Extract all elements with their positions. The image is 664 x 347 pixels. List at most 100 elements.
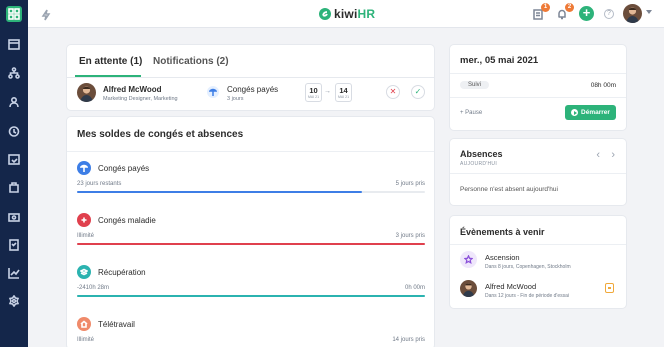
play-icon xyxy=(571,109,579,116)
event-description: Dans 8 jours, Copenhagen, Stockholm xyxy=(485,264,571,270)
beach-icon xyxy=(77,161,91,175)
add-pause-button[interactable]: + Pause xyxy=(460,110,482,116)
top-bar: kiwiHR 1 2 + ? xyxy=(28,0,664,28)
absences-subtitle: AUJOURD'HUI xyxy=(460,161,498,167)
beach-icon xyxy=(207,86,219,98)
divider xyxy=(450,173,626,174)
start-button[interactable]: Démarrer xyxy=(565,105,616,120)
org-chart-icon[interactable] xyxy=(6,65,22,81)
notifications-button[interactable]: 2 xyxy=(555,3,574,21)
divider xyxy=(450,244,626,245)
approve-button[interactable]: ✓ xyxy=(411,85,425,99)
requester-name[interactable]: Alfred McWood xyxy=(103,85,162,94)
reject-button[interactable]: ✕ xyxy=(386,85,400,99)
divider xyxy=(67,151,434,152)
balances-title: Mes soldes de congés et absences xyxy=(77,129,244,140)
events-title: Évènements à venir xyxy=(460,227,545,237)
tracked-hours: 08h 00m xyxy=(590,82,616,89)
requester-role: Marketing Designer, Marketing xyxy=(103,96,178,102)
absences-title: Absences xyxy=(460,149,503,159)
event-description: Dans 12 jours - Fin de période d'essai xyxy=(485,293,570,299)
balance-progress-fill xyxy=(77,295,425,297)
pending-requests-card: En attente (1) Notifications (2) Alfred … xyxy=(67,45,434,110)
reports-icon[interactable] xyxy=(6,265,22,281)
current-date: mer., 05 mai 2021 xyxy=(460,55,539,66)
sidebar xyxy=(0,0,28,347)
balance-item-paid-leave[interactable]: Congés payés 23 jours restants 5 jours p… xyxy=(67,153,434,205)
stack-icon xyxy=(77,265,91,279)
home-icon xyxy=(77,317,91,331)
balance-name: Congés maladie xyxy=(98,216,156,225)
tab-pending[interactable]: En attente (1) xyxy=(79,56,142,67)
balance-progress-fill xyxy=(77,191,363,193)
request-type: Congés payés xyxy=(227,85,279,94)
approvals-badge: 1 xyxy=(541,3,550,12)
onboarding-icon[interactable] xyxy=(6,180,22,196)
upcoming-events-card: Évènements à venir Ascension Dans 8 jour… xyxy=(450,216,626,308)
absences-card: Absences AUJOURD'HUI ‹ › Personne n'est … xyxy=(450,139,626,205)
approvals-button[interactable]: 1 xyxy=(531,3,550,21)
documents-icon[interactable] xyxy=(6,237,22,253)
chevron-right-icon[interactable]: › xyxy=(611,149,615,161)
settings-icon[interactable] xyxy=(6,293,22,309)
divider xyxy=(450,97,626,98)
balance-item-remote-work[interactable]: Télétravail Illimité 14 jours pris xyxy=(67,309,434,347)
balances-card: Mes soldes de congés et absences Congés … xyxy=(67,117,434,347)
logo-text: kiwiHR xyxy=(334,7,376,21)
dashboard-icon[interactable] xyxy=(6,6,22,22)
calendar-icon[interactable] xyxy=(6,36,22,52)
balance-remaining: -2410h 28m xyxy=(77,285,110,291)
event-name: Alfred McWood xyxy=(485,282,537,291)
balance-remaining: Illimité xyxy=(77,233,95,239)
end-month: MAI 21 xyxy=(337,95,350,99)
balance-name: Congés payés xyxy=(98,164,150,173)
start-date: 10 MAI 21 xyxy=(305,83,322,102)
tab-bar: En attente (1) Notifications (2) xyxy=(67,45,434,78)
time-icon[interactable] xyxy=(6,123,22,139)
balance-remaining: Illimité xyxy=(77,337,95,343)
time-tracking-card: mer., 05 mai 2021 Suivi 08h 00m + Pause … xyxy=(450,45,626,130)
expenses-icon[interactable] xyxy=(6,209,22,225)
balance-taken: 5 jours pris xyxy=(395,181,425,187)
probation-icon xyxy=(605,283,614,293)
balance-item-recovery[interactable]: Récupération -2410h 28m 0h 00m xyxy=(67,257,434,309)
end-date: 14 MAI 21 xyxy=(335,83,352,102)
balance-item-sick-leave[interactable]: Congés maladie Illimité 3 jours pris xyxy=(67,205,434,257)
balance-taken: 3 jours pris xyxy=(395,233,425,239)
event-name: Ascension xyxy=(485,253,520,262)
tab-notifications[interactable]: Notifications (2) xyxy=(153,56,229,67)
balance-remaining: 23 jours restants xyxy=(77,181,122,187)
balance-taken: 14 jours pris xyxy=(392,337,425,343)
add-button[interactable]: + xyxy=(579,6,594,21)
request-duration: 3 jours xyxy=(227,96,244,102)
balance-name: Récupération xyxy=(98,268,146,277)
balance-taken: 0h 00m xyxy=(404,285,425,291)
balance-progress-track xyxy=(77,295,425,297)
chevron-left-icon[interactable]: ‹ xyxy=(596,149,600,161)
requester-avatar[interactable] xyxy=(77,83,96,102)
divider xyxy=(450,73,626,74)
balance-progress-fill xyxy=(77,243,425,245)
active-tab-indicator xyxy=(75,75,141,77)
kiwi-logo-icon xyxy=(319,8,331,20)
help-button[interactable]: ? xyxy=(604,9,614,19)
end-day: 14 xyxy=(339,86,348,95)
start-day: 10 xyxy=(309,86,318,95)
chevron-down-icon[interactable] xyxy=(646,10,652,14)
absences-empty-message: Personne n'est absent aujourd'hui xyxy=(460,186,558,193)
arrow-right-icon: → xyxy=(324,88,331,95)
balance-progress-track xyxy=(77,243,425,245)
app-logo[interactable]: kiwiHR xyxy=(319,7,375,21)
user-avatar[interactable] xyxy=(623,4,642,23)
people-icon[interactable] xyxy=(6,94,22,110)
start-button-label: Démarrer xyxy=(581,109,610,116)
star-icon xyxy=(460,251,477,268)
tracking-status-badge[interactable]: Suivi xyxy=(460,81,490,89)
absences-icon[interactable] xyxy=(6,151,22,167)
balance-name: Télétravail xyxy=(98,320,135,329)
event-avatar[interactable] xyxy=(460,280,477,297)
balance-progress-track xyxy=(77,191,425,193)
notifications-badge: 2 xyxy=(565,3,574,12)
start-month: MAI 21 xyxy=(307,95,320,99)
lightning-icon[interactable] xyxy=(40,8,52,21)
